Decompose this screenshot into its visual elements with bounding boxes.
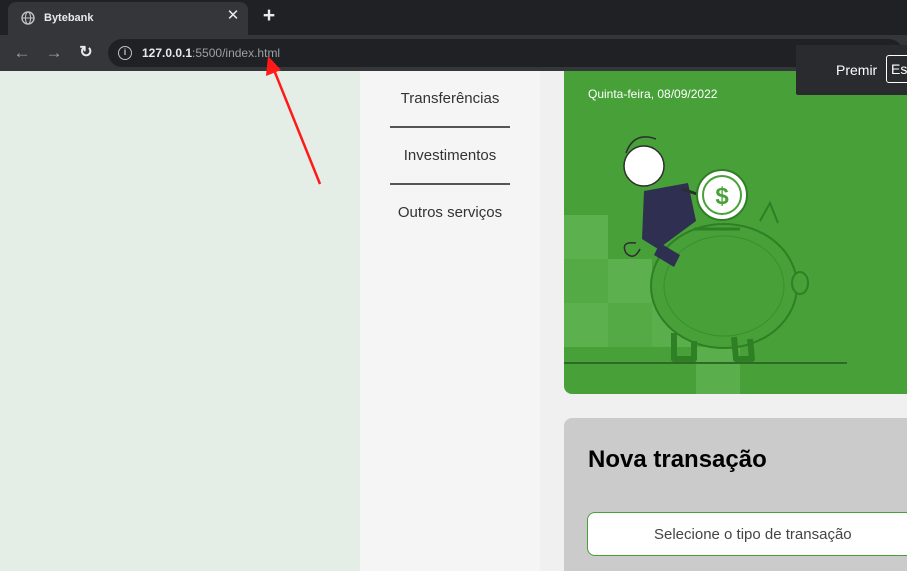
browser-tab-strip: Bytebank ✕ +	[0, 0, 907, 35]
reload-icon[interactable]: ↻	[74, 41, 98, 65]
current-date: Quinta-feira, 08/09/2022	[588, 87, 718, 101]
transaction-type-select[interactable]: Selecione o tipo de transação	[587, 512, 907, 556]
browser-tab[interactable]: Bytebank ✕	[8, 2, 248, 35]
fullscreen-exit-notice: Premir Esc	[796, 45, 907, 95]
menu-item-outros-servicos[interactable]: Outros serviços	[390, 204, 510, 221]
coin-dollar-icon: $	[715, 183, 729, 210]
menu-divider	[390, 126, 510, 128]
welcome-card: $ Quinta-feira, 08/09/2022	[564, 71, 907, 394]
info-icon[interactable]: i	[118, 46, 132, 60]
menu-item-transferencias[interactable]: Transferências	[390, 90, 510, 107]
side-menu: Transferências Investimentos Outros serv…	[360, 71, 540, 571]
new-tab-button[interactable]: +	[258, 4, 280, 28]
back-arrow-icon[interactable]: ←	[10, 41, 34, 65]
close-icon[interactable]: ✕	[225, 8, 241, 24]
tab-title: Bytebank	[44, 12, 94, 24]
url-text[interactable]: 127.0.0.1:5500/index.html	[142, 46, 280, 60]
menu-divider	[390, 183, 510, 185]
esc-key-badge: Esc	[886, 55, 907, 83]
transaction-title: Nova transação	[588, 446, 767, 473]
transaction-type-placeholder: Selecione o tipo de transação	[654, 526, 852, 543]
menu-item-investimentos[interactable]: Investimentos	[390, 147, 510, 164]
new-transaction-card: Nova transação Selecione o tipo de trans…	[564, 418, 907, 571]
page-left-area	[0, 71, 360, 571]
url-path: :5500/index.html	[192, 46, 281, 60]
browser-toolbar: ← → ↻ i 127.0.0.1:5500/index.html	[0, 35, 907, 71]
url-host: 127.0.0.1	[142, 46, 193, 60]
piggy-bank-illustration: $	[564, 136, 847, 394]
globe-icon	[21, 11, 35, 25]
address-bar[interactable]: i 127.0.0.1:5500/index.html	[108, 39, 903, 67]
forward-arrow-icon[interactable]: →	[42, 41, 66, 65]
esc-notice-text: Premir	[836, 62, 878, 78]
